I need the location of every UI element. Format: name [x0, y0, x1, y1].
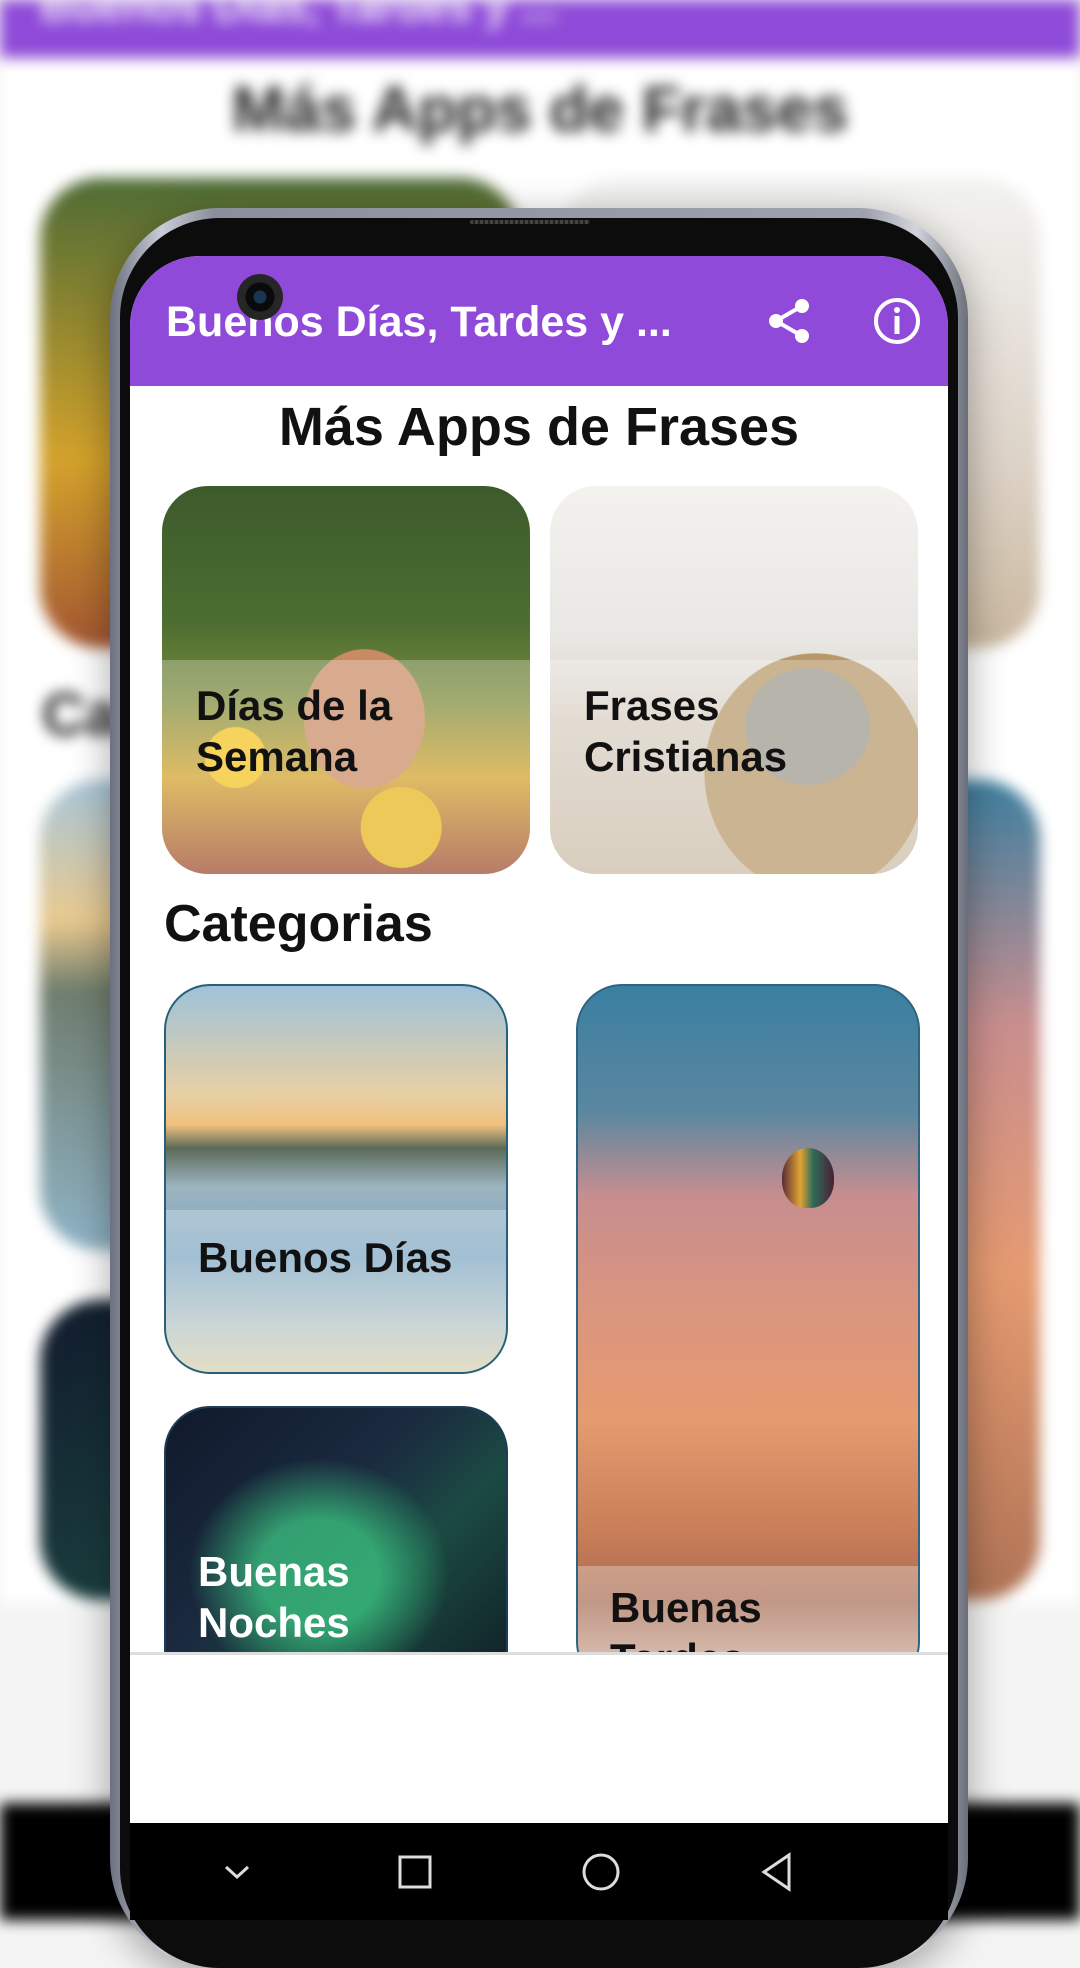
card-label-line1: Frases [584, 682, 720, 729]
hot-air-balloon [782, 1148, 834, 1208]
card-label: Buenos Días [198, 1232, 452, 1283]
chevron-down-icon[interactable] [212, 1847, 262, 1897]
card-label-line2: Noches [198, 1599, 350, 1647]
card-label: Buenas Noches [198, 1546, 350, 1648]
back-triangle-icon[interactable] [754, 1847, 804, 1897]
more-apps-title: Más Apps de Frases [278, 397, 800, 457]
background-category-title: Ca [42, 681, 119, 748]
card-label-line1: Días de la [196, 682, 393, 729]
banner-ad-area [130, 1655, 948, 1823]
card-label-line2: Cristianas [584, 733, 788, 781]
category-buenos-dias[interactable]: Buenos Días [164, 984, 508, 1374]
card-label-line1: Buenas [198, 1548, 350, 1595]
background-app-bar: Buenos Días, Tardes y ... [0, 0, 1080, 58]
card-label-line1: Buenos Días [198, 1234, 453, 1281]
system-navigation-bar [130, 1823, 948, 1920]
background-section-title: Más Apps de Frases [231, 73, 849, 145]
categories-title: Categorias [164, 895, 433, 953]
card-label-line2: Semana [196, 733, 358, 781]
square-icon[interactable] [390, 1847, 440, 1897]
card-frases-cristianas[interactable]: Frases Cristianas [550, 486, 918, 874]
share-icon[interactable] [764, 296, 814, 346]
info-icon[interactable] [872, 296, 922, 346]
card-label-line1: Buenas [610, 1584, 762, 1631]
card-dias-de-la-semana[interactable]: Días de la Semana [162, 486, 530, 874]
category-buenas-tardes[interactable]: Buenas Tardes [576, 984, 920, 1688]
phone-screen: Buenos Días, Tardes y ... Más Apps de Fr… [130, 256, 948, 1920]
phone-speaker [470, 220, 590, 224]
front-camera [237, 274, 283, 320]
circle-icon[interactable] [576, 1847, 626, 1897]
card-label: Días de la Semana [196, 680, 392, 782]
card-label: Frases Cristianas [584, 680, 787, 782]
background-app-title: Buenos Días, Tardes y ... [40, 0, 558, 31]
